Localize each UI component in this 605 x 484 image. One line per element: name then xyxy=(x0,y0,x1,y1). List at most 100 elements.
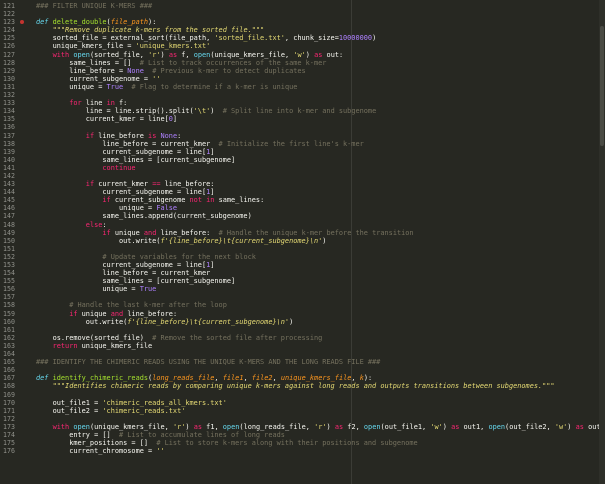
code-line[interactable]: 136 xyxy=(0,123,605,131)
code-area[interactable]: 121 ### FILTER UNIQUE K-MERS ### 122 123 def… xyxy=(0,2,605,455)
code-line[interactable]: 140 same_lines = [current_subgenome] xyxy=(0,156,605,164)
code-line[interactable]: 149 if unique and line_before: # Handle … xyxy=(0,229,605,237)
code-line[interactable]: 143 if current_kmer == line_before: xyxy=(0,180,605,188)
code-token: as xyxy=(193,422,207,431)
code-line[interactable]: 126 unique_kmers_file = 'unique_kmers.tx… xyxy=(0,42,605,50)
code-token: line_before xyxy=(98,131,149,140)
line-number: 164 xyxy=(3,350,15,359)
code-line[interactable]: 176 current_chromosome = '' xyxy=(0,447,605,455)
code-line[interactable]: 130 current_subgenome = '' xyxy=(0,75,605,83)
code-text: same_lines = [] # List to track occurren… xyxy=(36,59,326,67)
code-line[interactable]: 161 xyxy=(0,326,605,334)
code-token: ) xyxy=(326,422,335,431)
code-line[interactable]: 145 if current_subgenome not in same_lin… xyxy=(0,196,605,204)
line-number: 174 xyxy=(3,430,15,439)
code-line[interactable]: 168 """Identifies chimeric reads by comp… xyxy=(0,382,605,390)
code-line[interactable]: 163 return unique_kmers_file xyxy=(0,342,605,350)
code-line[interactable]: 127 with open(sorted_file, 'r') as f, op… xyxy=(0,51,605,59)
code-line[interactable]: 153 current_subgenome = line[1] xyxy=(0,261,605,269)
code-line[interactable]: 138 line_before = current_kmer # Initial… xyxy=(0,140,605,148)
code-token: f'{line_before}\t{current_subgenome}\n' xyxy=(127,317,290,326)
code-token: None xyxy=(160,131,178,140)
code-line[interactable]: 173 with open(unique_kmers_file, 'r') as… xyxy=(0,423,605,431)
code-token: and xyxy=(143,228,161,237)
code-token: def xyxy=(36,374,53,383)
code-token: unique = xyxy=(36,204,157,213)
line-number: 141 xyxy=(3,163,15,172)
code-line[interactable]: 158 # Handle the last k-mer after the lo… xyxy=(0,301,605,309)
scrollbar-thumb[interactable] xyxy=(600,26,604,146)
code-token: as xyxy=(334,422,348,431)
code-line[interactable]: 169 xyxy=(0,391,605,399)
code-line[interactable]: 160 out.write(f'{line_before}\t{current_… xyxy=(0,318,605,326)
line-number: 159 xyxy=(3,309,15,318)
code-line[interactable]: 134 line = line.strip().split('\t') # Sp… xyxy=(0,107,605,115)
code-line[interactable]: 159 if unique and line_before: xyxy=(0,310,605,318)
code-line[interactable]: 151 xyxy=(0,245,605,253)
code-line[interactable]: 162 os.remove(sorted_file) # Remove the … xyxy=(0,334,605,342)
code-token: == xyxy=(152,180,165,189)
code-line[interactable]: 170 out_file1 = 'chimeric_reads_all_kmer… xyxy=(0,399,605,407)
code-line[interactable]: 152 # Update variables for the next bloc… xyxy=(0,253,605,261)
code-line[interactable]: 172 xyxy=(0,415,605,423)
code-line[interactable]: 128 same_lines = [] # List to track occu… xyxy=(0,59,605,67)
code-token: same_lines.append(current_subgenome) xyxy=(36,212,252,221)
code-line[interactable]: 156 unique = True xyxy=(0,285,605,293)
code-token: as xyxy=(575,422,589,431)
code-line[interactable]: 123 def delete_double(file_path): xyxy=(0,18,605,26)
code-line[interactable]: 166 xyxy=(0,366,605,374)
line-number: 132 xyxy=(3,91,15,100)
code-token: def xyxy=(36,18,53,27)
code-line[interactable]: 125 sorted_file = external_sort(file_pat… xyxy=(0,34,605,42)
code-token: unique_kmers_file xyxy=(280,374,352,383)
code-editor[interactable]: 121 ### FILTER UNIQUE K-MERS ### 122 123 def… xyxy=(0,0,605,484)
code-line[interactable]: 147 same_lines.append(current_subgenome) xyxy=(0,212,605,220)
code-token: # Remove the sorted file after processin… xyxy=(152,333,323,342)
code-token: file2 xyxy=(251,374,273,383)
code-line[interactable]: 154 line_before = current_kmer xyxy=(0,269,605,277)
code-line[interactable]: 129 line_before = None # Previous k-mer … xyxy=(0,67,605,75)
code-line[interactable]: 133 for line in f: xyxy=(0,99,605,107)
code-text: """Identifies chimeric reads by comparin… xyxy=(36,382,555,390)
code-line[interactable]: 146 unique = False xyxy=(0,204,605,212)
code-line[interactable]: 139 current_subgenome = line[1] xyxy=(0,148,605,156)
code-line[interactable]: 131 unique = True # Flag to determine if… xyxy=(0,83,605,91)
code-line[interactable]: 135 current_kmer = line[0] xyxy=(0,115,605,123)
code-line[interactable]: 155 same_lines = [current_subgenome] xyxy=(0,277,605,285)
line-number: 127 xyxy=(3,50,15,59)
code-line[interactable]: 171 out_file2 = 'chimeric_reads.txt' xyxy=(0,407,605,415)
code-text: out_file2 = 'chimeric_reads.txt' xyxy=(36,406,186,415)
code-text: out.write(f'{line_before}\t{current_subg… xyxy=(36,237,326,245)
code-line[interactable]: 142 xyxy=(0,172,605,180)
code-line[interactable]: 141 continue xyxy=(0,164,605,172)
code-line[interactable]: 174 entry = [] # List to accumulate line… xyxy=(0,431,605,439)
code-line[interactable]: 150 out.write(f'{line_before}\t{current_… xyxy=(0,237,605,245)
code-line[interactable]: 157 xyxy=(0,293,605,301)
code-token: out: xyxy=(326,50,344,59)
code-line[interactable]: 137 if line_before is None: xyxy=(0,132,605,140)
vertical-scrollbar[interactable] xyxy=(599,0,605,484)
code-line[interactable]: 165 ### IDENTIFY THE CHIMERIC READS USING… xyxy=(0,358,605,366)
breakpoint-icon[interactable] xyxy=(20,20,24,25)
code-line[interactable]: 132 xyxy=(0,91,605,99)
code-token: # List to store k-mers along with their … xyxy=(156,439,418,448)
code-token: if xyxy=(85,131,99,140)
code-token: True xyxy=(106,82,124,91)
code-token: (out_file2, xyxy=(505,422,555,431)
code-line[interactable]: 124 """Remove duplicate k-mers from the … xyxy=(0,26,605,34)
code-token: '' xyxy=(152,74,161,83)
line-number: 176 xyxy=(3,447,15,456)
code-text: sorted_file = external_sort(file_path, '… xyxy=(36,34,377,42)
code-line[interactable]: 148 else: xyxy=(0,221,605,229)
code-token: out_file2 = xyxy=(36,406,103,415)
code-line[interactable]: 121 ### FILTER UNIQUE K-MERS ### xyxy=(0,2,605,10)
code-line[interactable]: 164 xyxy=(0,350,605,358)
code-line[interactable]: 144 current_subgenome = line[1] xyxy=(0,188,605,196)
code-line[interactable]: 167 def identify_chimeric_reads(long_read… xyxy=(0,374,605,382)
code-line[interactable]: 175 kmer_positions = [] # List to store … xyxy=(0,439,605,447)
code-text: continue xyxy=(36,164,135,172)
code-line[interactable]: 122 xyxy=(0,10,605,18)
